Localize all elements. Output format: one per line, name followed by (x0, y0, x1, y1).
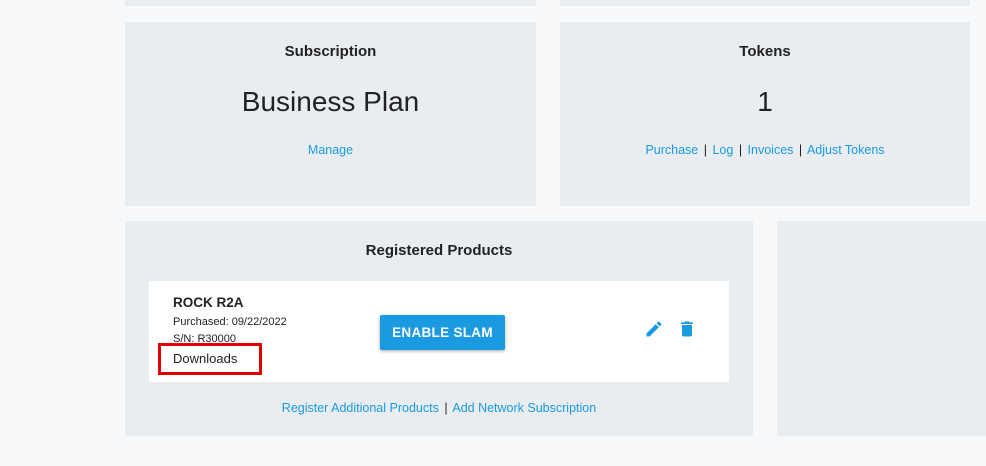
top-right-card-partial (560, 0, 970, 6)
tokens-count: 1 (757, 86, 773, 117)
purchase-link[interactable]: Purchase (645, 143, 698, 157)
separator: | (738, 143, 743, 157)
invoices-link[interactable]: Invoices (748, 143, 794, 157)
tokens-links: Purchase | Log | Invoices | Adjust Token… (560, 143, 970, 157)
separator: | (703, 143, 707, 157)
product-serial: S/N: R30000 (173, 333, 236, 342)
separator: | (444, 401, 448, 415)
add-network-subscription-link[interactable]: Add Network Subscription (452, 401, 596, 415)
right-side-card (777, 221, 986, 436)
registered-products-title: Registered Products (365, 242, 513, 259)
registered-products-card: Registered Products ROCK R2A Purchased: … (125, 221, 753, 436)
enable-slam-button[interactable]: ENABLE SLAM (380, 315, 505, 350)
subscription-links: Manage (125, 143, 536, 157)
registered-products-footer-links: Register Additional Products | Add Netwo… (125, 401, 753, 415)
subscription-card: Subscription Business Plan Manage (125, 22, 536, 206)
product-purchase-date: Purchased: 09/22/2022 (173, 316, 287, 328)
tokens-card: Tokens 1 Purchase | Log | Invoices | Adj… (560, 22, 970, 206)
adjust-tokens-link[interactable]: Adjust Tokens (807, 143, 885, 157)
pencil-icon[interactable] (644, 319, 664, 339)
manage-link[interactable]: Manage (308, 143, 353, 157)
subscription-plan: Business Plan (241, 86, 420, 117)
product-name: ROCK R2A (173, 295, 244, 310)
trash-icon[interactable] (677, 318, 697, 340)
register-additional-products-link[interactable]: Register Additional Products (282, 401, 439, 415)
top-left-card-partial (125, 0, 536, 6)
subscription-title: Subscription (284, 43, 377, 60)
separator: | (798, 143, 803, 157)
tokens-title: Tokens (739, 43, 791, 60)
downloads-highlight-box (158, 343, 262, 375)
log-link[interactable]: Log (712, 143, 733, 157)
